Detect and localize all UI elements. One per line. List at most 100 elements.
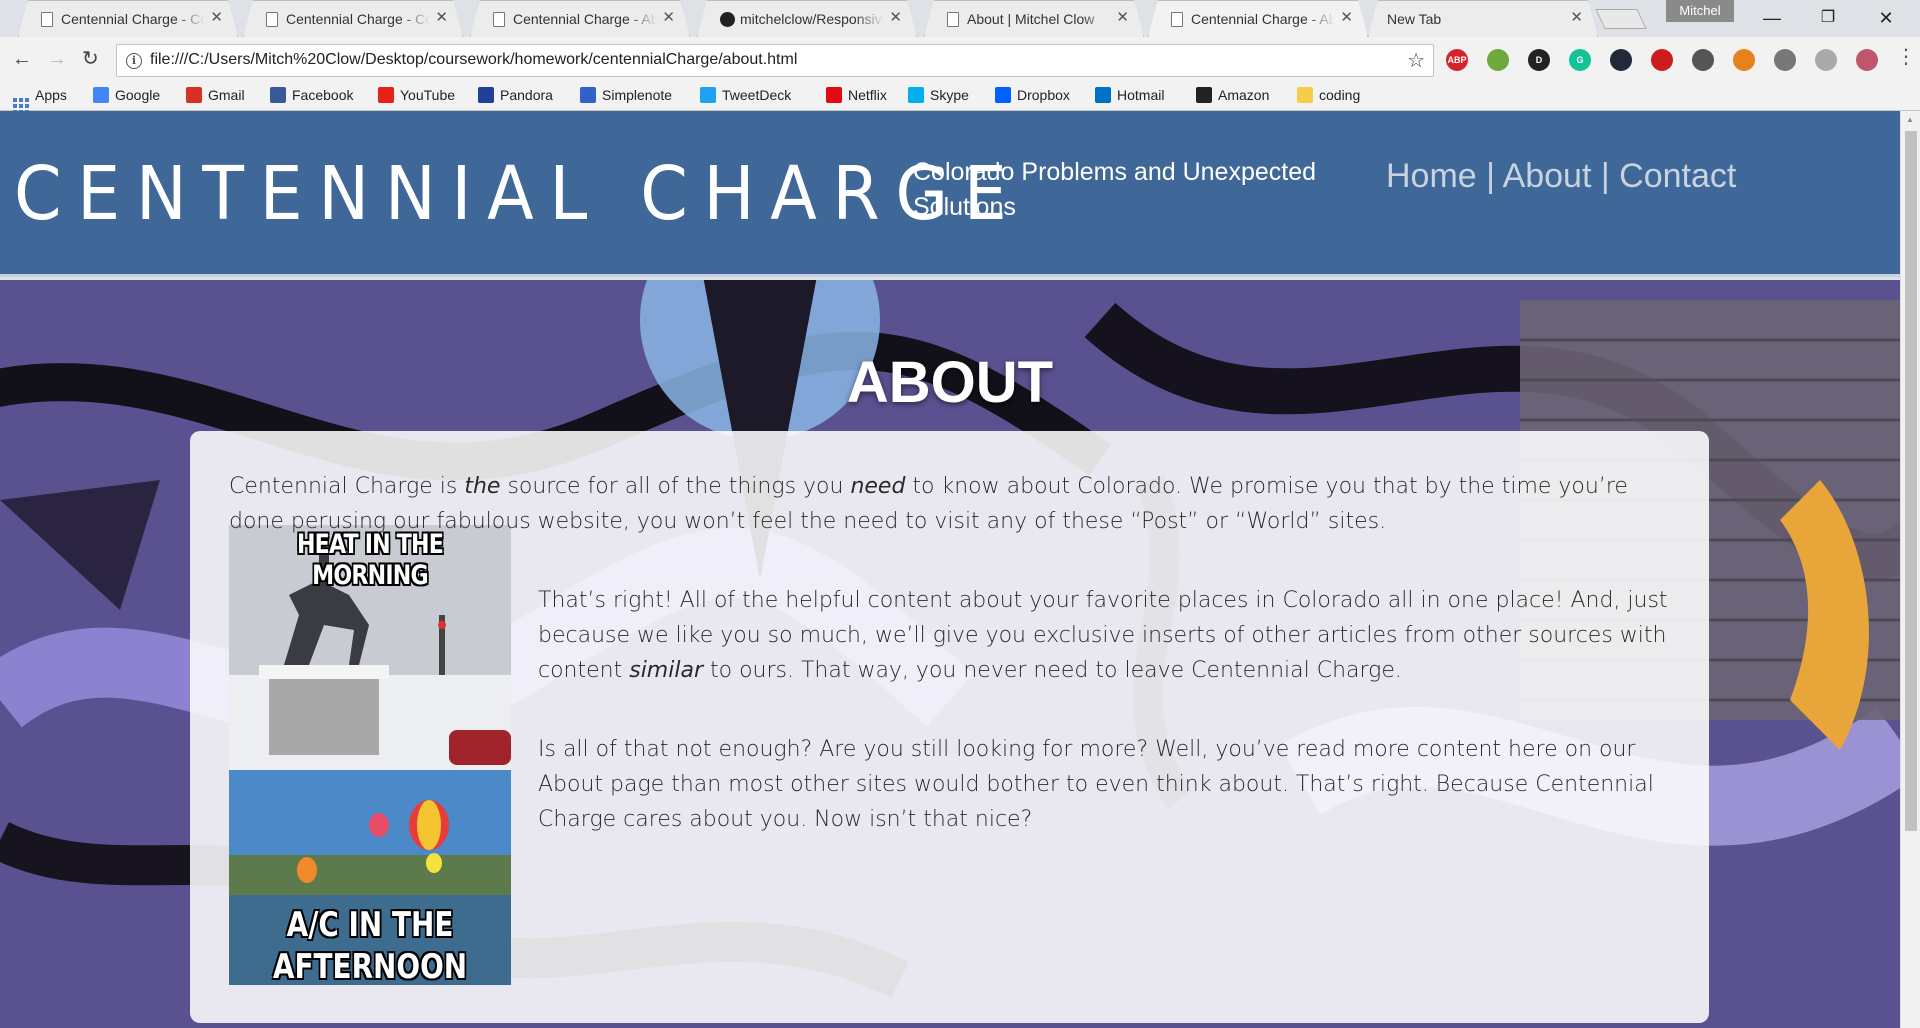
extension-icon[interactable] — [1692, 49, 1714, 71]
bookmark-netflix[interactable]: Netflix — [826, 87, 887, 107]
bookmark-label: TweetDeck — [722, 87, 792, 103]
bookmark-label: Netflix — [848, 87, 887, 103]
netflix-icon — [826, 87, 842, 103]
page-scrollbar[interactable]: ▲ — [1900, 111, 1920, 1028]
page-icon — [266, 12, 278, 27]
restore-icon[interactable]: ❐ — [1808, 4, 1848, 32]
close-icon[interactable]: ✕ — [1340, 10, 1353, 25]
new-tab-button[interactable] — [1595, 9, 1647, 29]
nav-separator: | — [1476, 157, 1503, 195]
about-paragraph-1: Centennial Charge is the source for all … — [229, 469, 1669, 539]
extension-icon[interactable] — [1774, 49, 1796, 71]
folder-icon — [1297, 87, 1313, 103]
tab-2[interactable]: Centennial Charge - Colorado Problems ✕ — [243, 0, 463, 37]
gmail-icon — [186, 87, 202, 103]
close-icon[interactable]: ✕ — [210, 10, 223, 25]
bookmark-label: Google — [115, 87, 161, 103]
bookmark-pandora[interactable]: Pandora — [478, 87, 553, 107]
youtube-icon — [378, 87, 394, 103]
tab-1[interactable]: Centennial Charge - Colorado Problems ✕ — [18, 0, 238, 37]
tab-3[interactable]: Centennial Charge - About ✕ — [470, 0, 690, 37]
scroll-up-icon[interactable]: ▲ — [1906, 115, 1914, 124]
nav-contact-link[interactable]: Contact — [1619, 157, 1736, 195]
bookmark-label: Dropbox — [1017, 87, 1070, 103]
bookmark-tweetdeck[interactable]: TweetDeck — [700, 87, 791, 107]
nav-home-link[interactable]: Home — [1386, 157, 1477, 195]
github-icon — [720, 12, 735, 27]
bookmark-coding[interactable]: coding — [1297, 87, 1360, 107]
extension-icon[interactable]: D — [1528, 49, 1550, 71]
bookmark-dropbox[interactable]: Dropbox — [995, 87, 1070, 107]
site-brand[interactable]: CENTENNIAL CHARGE — [14, 151, 1022, 237]
bookmark-google[interactable]: Google — [93, 87, 160, 107]
site-tagline: Colorado Problems and Unexpected Solutio… — [913, 158, 1317, 221]
extension-icon[interactable] — [1651, 49, 1673, 71]
extension-icon[interactable] — [1815, 49, 1837, 71]
tab-new-tab[interactable]: New Tab ✕ — [1368, 0, 1598, 37]
bookmark-simplenote[interactable]: Simplenote — [580, 87, 672, 107]
tab-4[interactable]: mitchelclow/ResponsiveDesign ✕ — [697, 0, 917, 37]
menu-icon[interactable]: ⋮ — [1896, 47, 1916, 67]
profile-button[interactable]: Mitchel — [1666, 0, 1734, 22]
close-icon[interactable]: ✕ — [435, 10, 448, 25]
tab-title: Centennial Charge - Colorado Problems — [286, 11, 430, 27]
page-icon — [493, 12, 505, 27]
extension-icon[interactable] — [1733, 49, 1755, 71]
simplenote-icon — [580, 87, 596, 103]
bookmark-label: Simplenote — [602, 87, 673, 103]
window-close-icon[interactable]: ✕ — [1866, 4, 1906, 32]
extension-icon[interactable] — [1610, 49, 1632, 71]
emphasis: need — [850, 474, 906, 499]
bookmark-label: Facebook — [292, 87, 354, 103]
bookmark-star-icon[interactable]: ☆ — [1407, 48, 1425, 73]
bookmark-youtube[interactable]: YouTube — [378, 87, 455, 107]
meme-bottom-caption-line-1: A/C IN THE — [286, 905, 454, 945]
tweetdeck-icon — [700, 87, 716, 103]
close-icon[interactable]: ✕ — [662, 10, 675, 25]
amazon-icon — [1196, 87, 1212, 103]
bookmark-label: Hotmail — [1117, 87, 1165, 103]
bookmark-skype[interactable]: Skype — [908, 87, 969, 107]
scrollbar-thumb[interactable] — [1905, 131, 1917, 831]
extension-icon[interactable] — [1856, 49, 1878, 71]
forward-icon[interactable]: → — [47, 49, 67, 69]
nav-about-link[interactable]: About — [1503, 157, 1592, 195]
close-icon[interactable]: ✕ — [889, 10, 902, 25]
bookmark-hotmail[interactable]: Hotmail — [1095, 87, 1164, 107]
extension-icon[interactable]: ABP — [1446, 49, 1468, 71]
skype-icon — [908, 87, 924, 103]
tab-strip: Centennial Charge - Colorado Problems ✕ … — [0, 0, 1920, 37]
bookmark-gmail[interactable]: Gmail — [186, 87, 245, 107]
minimize-icon[interactable]: — — [1752, 4, 1792, 32]
page-title: ABOUT — [846, 350, 1054, 415]
tab-title: About | Mitchel Clow — [967, 11, 1095, 27]
about-content-card: HEAT IN THE MORNING A/C IN THE AFTERNOON… — [190, 431, 1709, 1023]
reload-icon[interactable]: ↻ — [82, 49, 99, 69]
tab-5[interactable]: About | Mitchel Clow ✕ — [924, 0, 1144, 37]
bookmark-facebook[interactable]: Facebook — [270, 87, 353, 107]
bookmark-apps[interactable]: Apps — [13, 87, 67, 114]
tab-title: Centennial Charge - About — [513, 11, 657, 27]
bookmark-amazon[interactable]: Amazon — [1196, 87, 1269, 107]
bookmark-label: Amazon — [1218, 87, 1270, 103]
text-run: source for all of the things you — [500, 474, 851, 499]
page-viewport: CENTENNIAL CHARGE Colorado Problems and … — [0, 111, 1900, 1028]
about-paragraph-2: That’s right! All of the helpful content… — [229, 583, 1669, 688]
close-icon[interactable]: ✕ — [1116, 10, 1129, 25]
emphasis: the — [464, 474, 501, 499]
address-bar[interactable]: i file:///C:/Users/Mitch%20Clow/Desktop/… — [116, 44, 1434, 77]
extension-icon[interactable] — [1487, 49, 1509, 71]
nav-separator: | — [1591, 157, 1620, 195]
bookmark-label: YouTube — [400, 87, 456, 103]
text-run: to ours. That way, you never need to lea… — [703, 658, 1402, 683]
close-icon[interactable]: ✕ — [1570, 10, 1583, 25]
tab-active[interactable]: Centennial Charge - About ✕ — [1148, 0, 1368, 37]
tab-title: mitchelclow/ResponsiveDesign — [740, 11, 882, 27]
info-icon[interactable]: i — [126, 53, 142, 69]
back-icon[interactable]: ← — [12, 49, 32, 69]
tab-title: New Tab — [1387, 11, 1442, 27]
outlook-icon — [1095, 87, 1111, 103]
site-header: CENTENNIAL CHARGE Colorado Problems and … — [0, 111, 1900, 277]
extension-icon[interactable]: G — [1569, 49, 1591, 71]
url-text[interactable]: file:///C:/Users/Mitch%20Clow/Desktop/co… — [150, 51, 797, 69]
